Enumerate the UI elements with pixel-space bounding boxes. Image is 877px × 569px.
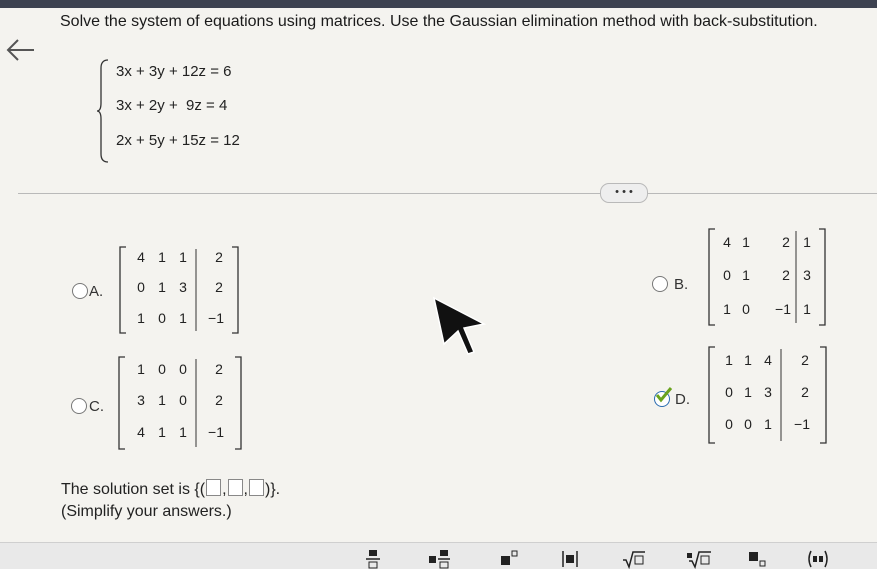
d-r2c2: 1 — [744, 384, 752, 400]
a-r1c1: 4 — [137, 249, 145, 265]
d-r1c2: 1 — [744, 352, 752, 368]
b-r3c2: 0 — [742, 301, 750, 317]
option-a-matrix[interactable]: 4 1 1 2 0 1 3 2 1 0 1 −1 — [114, 245, 246, 335]
solution-close: )}. — [264, 481, 281, 498]
ordered-pair-icon[interactable] — [806, 549, 830, 569]
equation-1: 3x + 3y + 12z = 6 — [116, 63, 232, 80]
solution-line: The solution set is {(,,)}. — [61, 479, 280, 499]
c-r1c3: 0 — [179, 361, 187, 377]
d-r2c4: 2 — [801, 384, 809, 400]
correct-check-icon — [655, 387, 673, 403]
d-r3c4: −1 — [794, 416, 810, 432]
c-r1c1: 1 — [137, 361, 145, 377]
b-r3c3: −1 — [775, 301, 791, 317]
a-r2c1: 0 — [137, 279, 145, 295]
solution-open: {( — [194, 481, 206, 498]
a-r1c4: 2 — [215, 249, 223, 265]
d-r1c4: 2 — [801, 352, 809, 368]
math-toolbar — [0, 542, 877, 569]
c-r2c2: 1 — [158, 392, 166, 408]
solution-sep-1: , — [222, 481, 227, 498]
d-r2c1: 0 — [725, 384, 733, 400]
d-r1c3: 4 — [764, 352, 772, 368]
c-r1c4: 2 — [215, 361, 223, 377]
fraction-icon[interactable] — [364, 549, 382, 569]
a-r3c3: 1 — [179, 310, 187, 326]
a-r2c2: 1 — [158, 279, 166, 295]
c-r3c4: −1 — [208, 424, 224, 440]
d-r1c1: 1 — [725, 352, 733, 368]
a-r2c3: 3 — [179, 279, 187, 295]
equation-system: 3x + 3y + 12z = 6 3x + 2y + 9z = 4 2x + … — [96, 58, 296, 164]
a-r1c2: 1 — [158, 249, 166, 265]
c-r2c1: 3 — [137, 392, 145, 408]
d-r3c3: 1 — [764, 416, 772, 432]
a-r2c4: 2 — [215, 279, 223, 295]
left-brace-icon — [96, 59, 109, 163]
d-r3c1: 0 — [725, 416, 733, 432]
option-b-radio[interactable] — [652, 276, 668, 292]
mixed-number-icon[interactable] — [428, 549, 452, 569]
b-r1c2: 1 — [742, 234, 750, 250]
section-divider — [18, 193, 877, 194]
a-r1c3: 1 — [179, 249, 187, 265]
c-r2c3: 0 — [179, 392, 187, 408]
c-r1c2: 0 — [158, 361, 166, 377]
b-r2c1: 0 — [723, 267, 731, 283]
a-r3c1: 1 — [137, 310, 145, 326]
b-r1c3: 2 — [782, 234, 790, 250]
c-r3c3: 1 — [179, 424, 187, 440]
back-arrow-icon[interactable] — [4, 36, 40, 64]
question-text: Solve the system of equations using matr… — [60, 13, 818, 30]
expand-more-button[interactable]: • • • — [600, 183, 648, 203]
equation-3: 2x + 5y + 15z = 12 — [116, 132, 240, 149]
a-r3c4: −1 — [208, 310, 224, 326]
option-b-label[interactable]: B. — [674, 276, 688, 293]
c-r2c4: 2 — [215, 392, 223, 408]
b-r2c3: 2 — [782, 267, 790, 283]
solution-sep-2: , — [243, 481, 248, 498]
square-root-icon[interactable] — [622, 549, 646, 569]
option-c-radio[interactable] — [71, 398, 87, 414]
option-a-label[interactable]: A. — [89, 283, 103, 300]
absolute-value-icon[interactable] — [560, 549, 580, 569]
b-r1c1: 4 — [723, 234, 731, 250]
option-d-matrix[interactable]: 1 1 4 2 0 1 3 2 0 0 1 −1 — [703, 345, 834, 445]
b-r2c4: 3 — [803, 267, 811, 283]
b-r3c4: 1 — [803, 301, 811, 317]
exponent-icon[interactable] — [500, 549, 518, 569]
y-answer-box[interactable] — [227, 479, 243, 496]
b-r2c2: 1 — [742, 267, 750, 283]
d-r2c3: 3 — [764, 384, 772, 400]
solution-prefix: The solution set is — [61, 481, 190, 498]
nth-root-icon[interactable] — [686, 549, 712, 569]
z-answer-box[interactable] — [248, 479, 264, 496]
d-r3c2: 0 — [744, 416, 752, 432]
mouse-cursor-icon — [432, 296, 487, 355]
c-r3c2: 1 — [158, 424, 166, 440]
equation-2: 3x + 2y + 9z = 4 — [116, 97, 228, 114]
option-d-label[interactable]: D. — [675, 391, 690, 408]
c-r3c1: 4 — [137, 424, 145, 440]
option-b-matrix[interactable]: 4 1 2 1 0 1 2 3 1 0 −1 1 — [703, 227, 833, 327]
b-r3c1: 1 — [723, 301, 731, 317]
option-a-radio[interactable] — [72, 283, 88, 299]
simplify-hint: (Simplify your answers.) — [61, 503, 232, 520]
top-bar — [0, 0, 877, 8]
option-c-label[interactable]: C. — [89, 398, 104, 415]
subscript-icon[interactable] — [748, 549, 766, 569]
x-answer-box[interactable] — [206, 479, 222, 496]
b-r1c4: 1 — [803, 234, 811, 250]
a-r3c2: 0 — [158, 310, 166, 326]
option-c-matrix[interactable]: 1 0 0 2 3 1 0 2 4 1 1 −1 — [113, 355, 248, 451]
